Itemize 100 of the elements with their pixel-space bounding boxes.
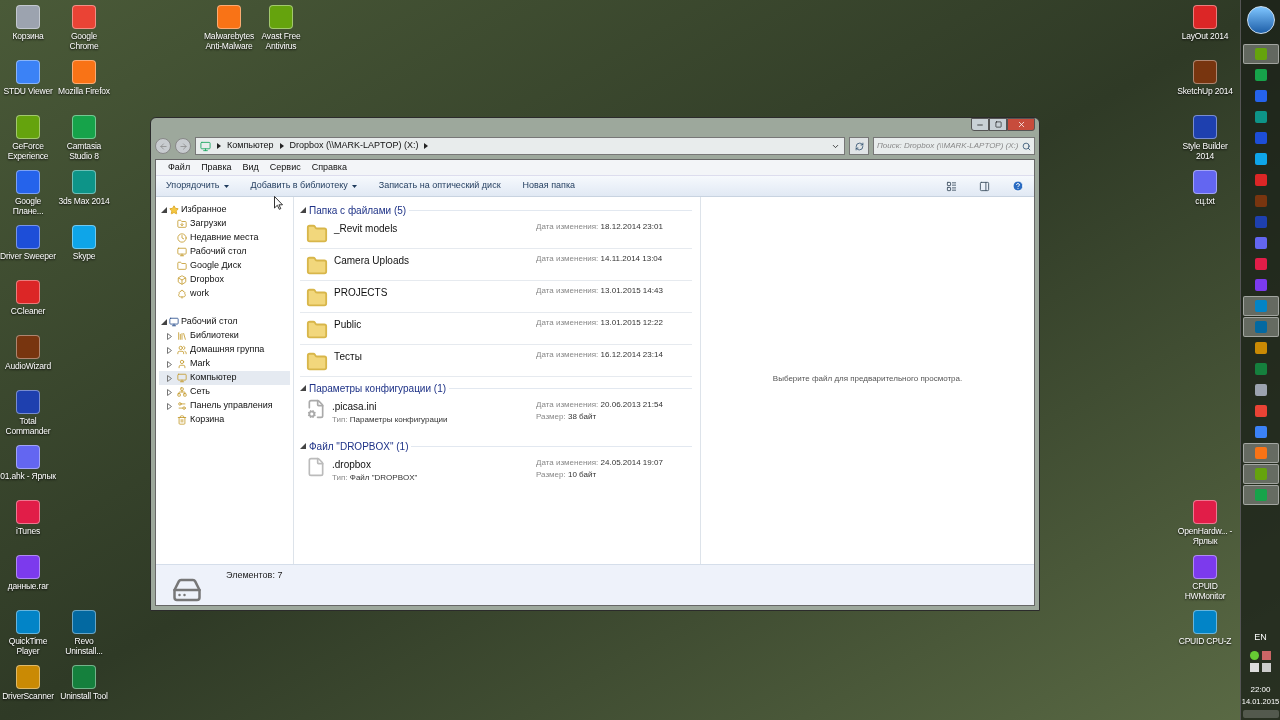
- help-icon[interactable]: [1012, 180, 1024, 192]
- expanded-arrow-icon[interactable]: [300, 207, 306, 213]
- file-row[interactable]: Camera Uploads Дата изменения: 14.11.2014 13:04: [300, 249, 692, 281]
- file-row[interactable]: Тесты Дата изменения: 16.12.2014 23:14: [300, 345, 692, 377]
- address-bar[interactable]: Компьютер Dropbox (\\MARK-LAPTOP) (X:): [195, 137, 845, 155]
- file-row[interactable]: .dropbox Тип: Файл "DROPBOX" Дата изменения: 24.05.2014 19:07 Размер: 10 байт: [300, 453, 692, 493]
- nav-item[interactable]: Недавние места: [159, 231, 290, 245]
- app-shortcut-icon[interactable]: [1193, 5, 1217, 29]
- app-shortcut-icon[interactable]: [1193, 170, 1217, 194]
- group-header[interactable]: Папка с файлами (5): [309, 202, 407, 218]
- toolbar-button[interactable]: Записать на оптический диск: [378, 179, 501, 193]
- app-shortcut-icon[interactable]: [16, 60, 40, 84]
- app-shortcut-icon[interactable]: [72, 610, 96, 634]
- menu-item[interactable]: Вид: [242, 160, 259, 175]
- app-shortcut-icon[interactable]: [72, 665, 96, 689]
- close-button[interactable]: [1007, 118, 1035, 131]
- minimize-button[interactable]: [971, 118, 989, 131]
- app-shortcut-icon[interactable]: [16, 115, 40, 139]
- expanded-arrow-icon[interactable]: [161, 319, 167, 325]
- expanded-arrow-icon[interactable]: [300, 443, 306, 449]
- group-header[interactable]: Файл "DROPBOX" (1): [309, 438, 409, 454]
- back-button[interactable]: [155, 138, 171, 154]
- app-shortcut-icon[interactable]: [1193, 115, 1217, 139]
- menu-item[interactable]: Правка: [201, 160, 232, 175]
- caret-icon: [351, 184, 357, 188]
- app-shortcut-icon[interactable]: [72, 5, 96, 29]
- preview-pane-icon[interactable]: [979, 180, 990, 192]
- breadcrumb-arrow-icon[interactable]: [217, 143, 221, 149]
- nav-item[interactable]: Рабочий стол: [159, 245, 290, 259]
- nav-item[interactable]: Google Диск: [159, 259, 290, 273]
- toolbar-button[interactable]: Новая папка: [522, 179, 576, 193]
- nav-item[interactable]: Сеть: [159, 385, 290, 399]
- file-name: _Revit models: [334, 222, 399, 236]
- app-shortcut-icon[interactable]: [16, 170, 40, 194]
- app-shortcut-icon[interactable]: [72, 60, 96, 84]
- nav-item[interactable]: work: [159, 287, 290, 301]
- start-button[interactable]: [1246, 6, 1275, 34]
- desktop-icon-label: данные.rar: [7, 581, 49, 591]
- app-shortcut-icon[interactable]: [1193, 60, 1217, 84]
- clock-time[interactable]: 22:00: [1250, 683, 1271, 696]
- app-shortcut-icon[interactable]: [72, 170, 96, 194]
- app-shortcut-icon[interactable]: [16, 335, 40, 359]
- app-shortcut-icon[interactable]: [72, 225, 96, 249]
- taskbar-app-button[interactable]: [1242, 317, 1279, 337]
- view-options-icon[interactable]: [946, 180, 957, 192]
- app-shortcut-icon[interactable]: [72, 115, 96, 139]
- forward-arrow-icon: [178, 141, 188, 151]
- breadcrumb-arrow-icon[interactable]: [279, 143, 284, 149]
- app-shortcut-icon[interactable]: [16, 5, 40, 29]
- breadcrumb-arrow-icon[interactable]: [424, 143, 429, 149]
- menu-item[interactable]: Файл: [168, 160, 191, 175]
- forward-button[interactable]: [175, 138, 191, 154]
- menu-item[interactable]: Справка: [311, 160, 347, 175]
- app-shortcut-icon[interactable]: [16, 500, 40, 524]
- taskbar-app-button[interactable]: [1242, 485, 1279, 505]
- breadcrumb-link[interactable]: Компьютер: [227, 139, 274, 153]
- maximize-button[interactable]: [989, 118, 1007, 131]
- file-row[interactable]: Public Дата изменения: 13.01.2015 12:22: [300, 313, 692, 345]
- toolbar-button[interactable]: Упорядочить: [166, 179, 229, 193]
- app-shortcut-icon[interactable]: [1193, 610, 1217, 634]
- app-shortcut-icon[interactable]: [16, 555, 40, 579]
- toolbar-button[interactable]: Добавить в библиотеку: [250, 179, 357, 193]
- app-shortcut-icon[interactable]: [269, 5, 293, 29]
- search-field[interactable]: Поиск: Dropbox (\\MARK-LAPTOP) (X:): [873, 137, 1035, 155]
- nav-item[interactable]: Панель управления: [159, 399, 290, 413]
- file-row[interactable]: _Revit models Дата изменения: 18.12.2014 23:01: [300, 217, 692, 249]
- nav-item[interactable]: Домашняя группа: [159, 343, 290, 357]
- nav-group-label[interactable]: Избранное: [181, 203, 227, 217]
- refresh-button[interactable]: [849, 137, 869, 155]
- search-icon[interactable]: [1022, 141, 1031, 151]
- nav-item[interactable]: Mark: [159, 357, 290, 371]
- nav-item[interactable]: Библиотеки: [159, 329, 290, 343]
- group-header[interactable]: Параметры конфигурации (1): [309, 380, 447, 396]
- breadcrumb-link[interactable]: Dropbox (\\MARK-LAPTOP) (X:): [289, 139, 419, 153]
- app-shortcut-icon[interactable]: [16, 280, 40, 304]
- taskbar-app-button[interactable]: [1242, 443, 1279, 463]
- taskbar-app-button[interactable]: [1242, 44, 1279, 64]
- nav-item[interactable]: Компьютер: [159, 371, 290, 385]
- app-shortcut-icon[interactable]: [16, 390, 40, 414]
- desktop-icon-label: 01.ahk - Ярлык: [0, 471, 56, 481]
- nav-item[interactable]: Корзина: [159, 413, 290, 427]
- app-shortcut-icon[interactable]: [1193, 500, 1217, 524]
- nav-item[interactable]: Загрузки: [159, 217, 290, 231]
- expanded-arrow-icon[interactable]: [161, 207, 167, 213]
- file-row[interactable]: PROJECTS Дата изменения: 13.01.2015 14:43: [300, 281, 692, 313]
- nav-group-label[interactable]: Рабочий стол: [181, 315, 238, 329]
- taskbar-app-button[interactable]: [1242, 464, 1279, 484]
- taskbar-app-button[interactable]: [1242, 296, 1279, 316]
- show-desktop-button[interactable]: [1242, 710, 1279, 718]
- app-shortcut-icon[interactable]: [16, 225, 40, 249]
- app-shortcut-icon[interactable]: [16, 445, 40, 469]
- expanded-arrow-icon[interactable]: [300, 385, 306, 391]
- language-indicator[interactable]: EN: [1254, 631, 1267, 645]
- app-shortcut-icon[interactable]: [217, 5, 241, 29]
- menu-item[interactable]: Сервис: [269, 160, 301, 175]
- app-shortcut-icon[interactable]: [16, 665, 40, 689]
- nav-item[interactable]: Dropbox: [159, 273, 290, 287]
- app-shortcut-icon[interactable]: [1193, 555, 1217, 579]
- file-row[interactable]: .picasa.ini Тип: Параметры конфигурации Дата изменения: 20.06.2013 21:54 Размер: 38 байт: [300, 395, 692, 435]
- app-shortcut-icon[interactable]: [16, 610, 40, 634]
